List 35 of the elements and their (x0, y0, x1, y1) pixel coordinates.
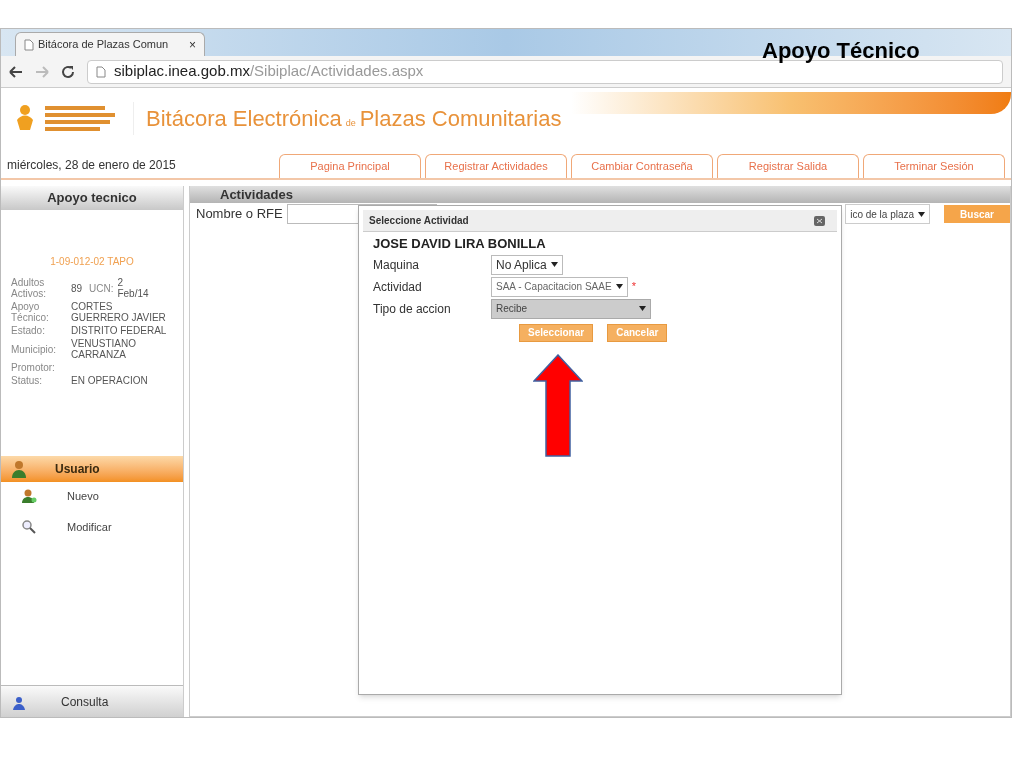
info-value: 89 (71, 281, 84, 296)
site-title-connector: de (345, 116, 356, 130)
info-label: Apoyo Técnico: (11, 301, 50, 323)
filter-value: ico de la plaza (850, 207, 915, 222)
sidebar-footer-text: Consulta (61, 693, 109, 711)
info-label: Promotor: (11, 362, 56, 373)
sidebar-header: Apoyo tecnico (1, 186, 183, 210)
required-mark: * (631, 279, 636, 295)
person-name: JOSE DAVID LIRA BONILLA (373, 235, 547, 253)
select-value: SAA - Capacitacion SAAE (496, 280, 612, 294)
field-label: Tipo de accion (373, 300, 452, 318)
plaza-code: 1-09-012-02 TAPO (49, 255, 135, 269)
field-label: Actividad (373, 278, 423, 296)
info-label: Estado: (11, 325, 46, 336)
info-value: EN OPERACION (71, 375, 149, 386)
select-value: No Aplica (496, 256, 547, 274)
site-title: Plazas Comunitarias (359, 104, 562, 133)
info-value: VENUSTIANO CARRANZA (71, 338, 137, 360)
info-value: CORTES GUERRERO JAVIER (71, 301, 167, 323)
info-value: DISTRITO FEDERAL (71, 325, 168, 336)
info-label: Status: (11, 375, 44, 386)
site-title: Bitácora Electrónica (146, 104, 342, 133)
info-label: Adultos Activos: (11, 277, 47, 299)
tab-title: Bitácora de Plazas Comun (38, 37, 170, 53)
search-label: Nombre o RFE (196, 205, 283, 224)
main-header: Actividades (190, 186, 1010, 203)
url-text: sibiplac.inea.gob.mx/Sibiplac/Actividades.aspx (114, 61, 424, 82)
dialog-title: Seleccione Actividad (369, 214, 469, 228)
select-value: Recibe (496, 302, 528, 316)
menu-header-text: Usuario (55, 461, 100, 478)
info-label: Municipio: (11, 343, 58, 355)
info-value: 2 Feb/14 (117, 277, 150, 299)
field-label: Maquina (373, 256, 421, 274)
date-text: miércoles, 28 de enero de 2015 (7, 157, 177, 174)
info-label: UCN: (89, 281, 114, 296)
